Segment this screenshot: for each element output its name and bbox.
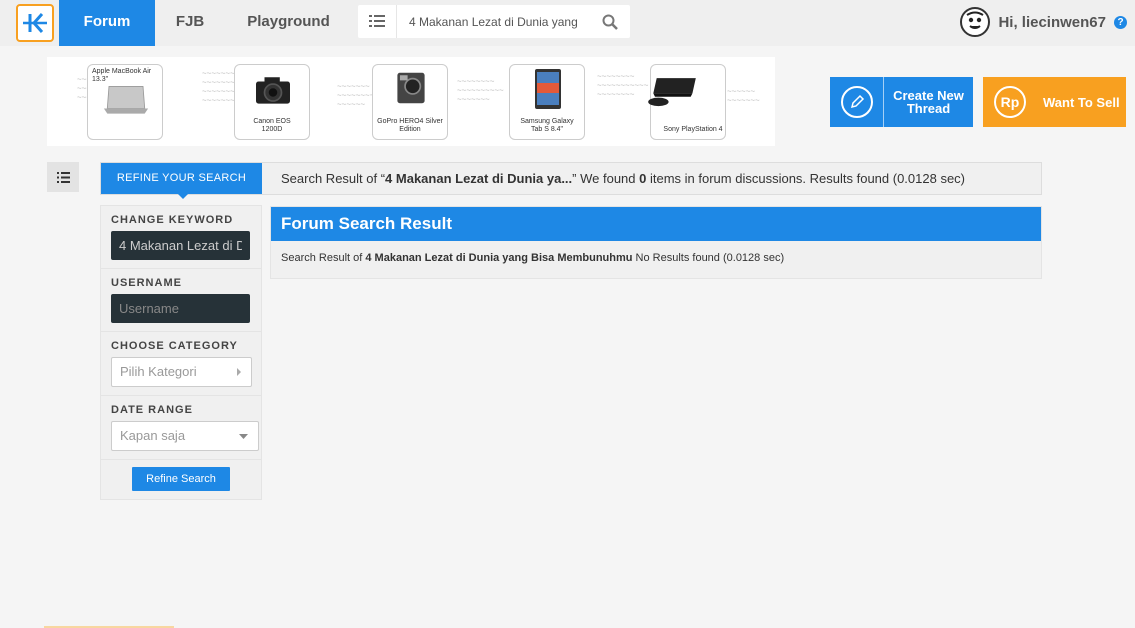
product-label: Samsung Galaxy Tab S 8.4" xyxy=(520,118,574,133)
chevron-down-icon xyxy=(239,434,248,439)
username-label: USERNAME xyxy=(111,277,182,289)
date-range-select[interactable]: Kapan saja xyxy=(111,421,259,451)
camera-image xyxy=(256,77,290,104)
results-message: Search Result of 4 Makanan Lezat di Duni… xyxy=(271,241,1041,275)
summary-suffix: items in forum discussions. Results foun… xyxy=(646,171,966,186)
rupiah-icon: Rp xyxy=(994,86,1026,118)
user-greeting[interactable]: Hi, liecinwen67 xyxy=(998,14,1106,31)
refine-your-search-tab[interactable]: REFINE YOUR SEARCH xyxy=(101,163,262,199)
keyword-input[interactable] xyxy=(111,231,250,260)
refine-search-button[interactable]: Refine Search xyxy=(132,467,230,491)
banner-background-text: ~~~~~~~~ ~~~~~~~~~~ ~~~~~~~ xyxy=(457,77,504,104)
category-select[interactable]: Pilih Kategori xyxy=(111,357,252,387)
category-field-group: CHOOSE CATEGORY Pilih Kategori xyxy=(101,332,261,396)
tab-fjb[interactable]: FJB xyxy=(160,0,220,46)
list-icon[interactable] xyxy=(369,14,385,33)
pencil-icon xyxy=(840,86,873,118)
summary-query: 4 Makanan Lezat di Dunia ya... xyxy=(385,171,573,186)
results-query: 4 Makanan Lezat di Dunia yang Bisa Membu… xyxy=(365,252,633,264)
kaskus-logo[interactable] xyxy=(16,4,54,42)
create-thread-icon-wrap xyxy=(830,77,884,127)
header-search-input[interactable] xyxy=(409,12,589,32)
console-image xyxy=(648,78,696,107)
product-label: Canon EOS 1200D xyxy=(253,118,291,133)
kaskus-logo-icon xyxy=(23,13,47,33)
product-label: GoPro HERO4 Silver Edition xyxy=(377,118,443,133)
keyword-field-group: CHANGE KEYWORD xyxy=(101,206,261,269)
banner-product-macbook[interactable]: Apple MacBook Air 13.3" xyxy=(87,64,163,140)
banner-product-canon[interactable]: Canon EOS 1200D xyxy=(234,64,310,140)
promo-banner[interactable]: ~~~~~~~~ ~~~~~~~~~~ ~~~~~~~ ~ ~~~~~~~~ ~~~~~… xyxy=(47,57,775,146)
product-label: Apple MacBook Air 13.3" xyxy=(92,68,152,83)
search-summary-text: Search Result of “4 Makanan Lezat di Dun… xyxy=(281,163,965,194)
chevron-right-icon xyxy=(237,368,241,376)
create-new-thread-button[interactable]: Create New Thread xyxy=(830,77,973,127)
date-range-select-value: Kapan saja xyxy=(120,428,186,443)
want-to-sell-label: Want To Sell xyxy=(1043,94,1120,110)
sidebar-toggle-button[interactable] xyxy=(47,162,79,192)
top-navbar: Forum FJB Playground 4 Makanan Lezat di … xyxy=(0,0,1135,46)
forum-search-result-panel: Forum Search Result Search Result of 4 M… xyxy=(270,206,1042,279)
banner-product-samsung[interactable]: Samsung Galaxy Tab S 8.4" xyxy=(509,64,585,140)
sell-icon-wrap: Rp xyxy=(983,77,1037,127)
banner-product-gopro[interactable]: GoPro HERO4 Silver Edition xyxy=(372,64,448,140)
avatar[interactable] xyxy=(960,7,991,37)
tablet-image xyxy=(535,69,561,109)
results-suffix: No Results found (0.0128 sec) xyxy=(632,252,785,264)
product-label: Sony PlayStation 4 xyxy=(663,126,723,133)
laptop-image xyxy=(103,85,149,114)
action-camera-image xyxy=(397,72,425,104)
username-input[interactable] xyxy=(111,294,250,323)
category-label: CHOOSE CATEGORY xyxy=(111,340,238,352)
tab-playground[interactable]: Playground xyxy=(236,0,341,46)
user-menu[interactable]: Hi, liecinwen67 ? xyxy=(960,5,1127,39)
search-icon[interactable] xyxy=(602,14,618,35)
summary-mid: ” We found xyxy=(572,171,640,186)
search-summary-bar: REFINE YOUR SEARCH Search Result of “4 M… xyxy=(100,162,1042,199)
help-icon[interactable]: ? xyxy=(1114,15,1127,29)
date-range-label: DATE RANGE xyxy=(111,404,193,416)
banner-background-text: ~~~~~~ ~~~~~~~ xyxy=(727,87,760,105)
results-title: Forum Search Result xyxy=(271,207,1041,241)
refine-search-form: CHANGE KEYWORD USERNAME CHOOSE CATEGORY … xyxy=(100,205,262,500)
avatar-image xyxy=(963,10,988,34)
summary-prefix: Search Result of “ xyxy=(281,171,386,186)
create-thread-label: Create New Thread xyxy=(893,88,964,116)
results-prefix: Search Result of xyxy=(281,252,366,264)
date-range-field-group: DATE RANGE Kapan saja xyxy=(101,396,261,460)
banner-product-playstation[interactable]: Sony PlayStation 4 xyxy=(648,64,726,140)
banner-background-text: ~~~~~~~ ~~~~~~~~ ~~~~~~ xyxy=(337,82,375,109)
header-search xyxy=(358,5,630,38)
category-select-value: Pilih Kategori xyxy=(120,364,197,379)
want-to-sell-button[interactable]: Rp Want To Sell xyxy=(983,77,1126,127)
tab-forum[interactable]: Forum xyxy=(59,0,155,46)
search-divider xyxy=(396,5,397,38)
list-icon xyxy=(56,171,70,183)
keyword-label: CHANGE KEYWORD xyxy=(111,214,234,226)
username-field-group: USERNAME xyxy=(101,269,261,332)
